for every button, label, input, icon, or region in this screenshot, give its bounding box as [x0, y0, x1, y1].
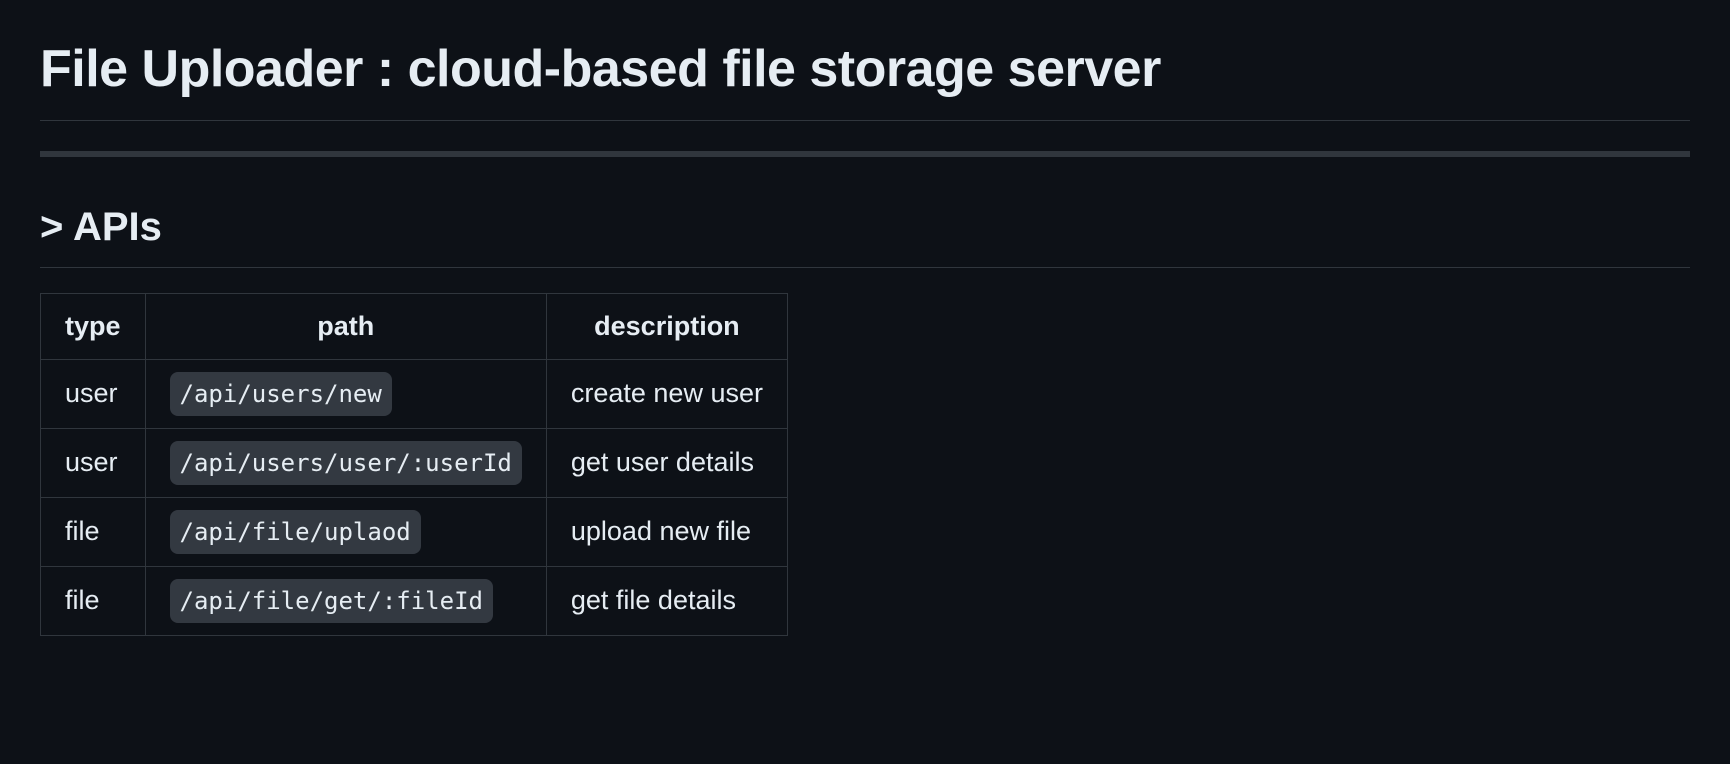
col-type: type: [41, 294, 146, 360]
cell-type: file: [41, 566, 146, 635]
cell-path: /api/file/get/:fileId: [145, 566, 546, 635]
table-row: file /api/file/get/:fileId get file deta…: [41, 566, 788, 635]
code-path: /api/users/new: [170, 372, 392, 416]
cell-type: file: [41, 497, 146, 566]
cell-description: create new user: [546, 359, 787, 428]
cell-description: upload new file: [546, 497, 787, 566]
table-row: user /api/users/new create new user: [41, 359, 788, 428]
cell-path: /api/file/uplaod: [145, 497, 546, 566]
cell-path: /api/users/new: [145, 359, 546, 428]
col-path: path: [145, 294, 546, 360]
page-title: File Uploader : cloud-based file storage…: [40, 30, 1690, 121]
divider: [40, 151, 1690, 157]
cell-path: /api/users/user/:userId: [145, 428, 546, 497]
table-header-row: type path description: [41, 294, 788, 360]
table-row: file /api/file/uplaod upload new file: [41, 497, 788, 566]
table-row: user /api/users/user/:userId get user de…: [41, 428, 788, 497]
col-description: description: [546, 294, 787, 360]
cell-type: user: [41, 359, 146, 428]
cell-description: get user details: [546, 428, 787, 497]
cell-type: user: [41, 428, 146, 497]
apis-heading: > APIs: [40, 197, 1690, 268]
apis-table: type path description user /api/users/ne…: [40, 293, 788, 636]
cell-description: get file details: [546, 566, 787, 635]
code-path: /api/file/get/:fileId: [170, 579, 493, 623]
code-path: /api/file/uplaod: [170, 510, 421, 554]
code-path: /api/users/user/:userId: [170, 441, 522, 485]
